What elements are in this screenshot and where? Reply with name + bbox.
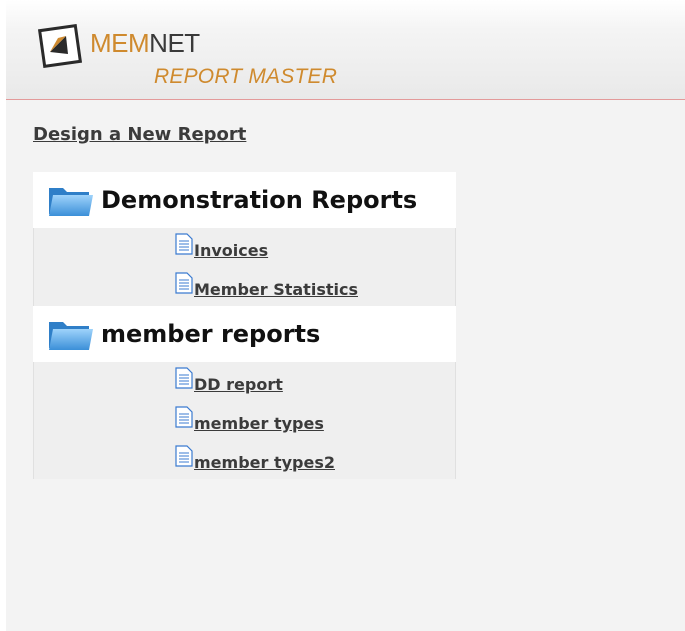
report-link-dd-report[interactable]: DD report (194, 375, 283, 394)
folder-label: member reports (101, 320, 321, 348)
report-link-invoices[interactable]: Invoices (194, 241, 268, 260)
document-icon (175, 406, 193, 428)
app-frame: MEMNET REPORT MASTER Design a New Report… (6, 0, 685, 631)
folder-items: Invoices Member Statistics (33, 228, 456, 306)
folder-demonstration-reports[interactable]: Demonstration Reports (33, 172, 456, 228)
list-item: Invoices (34, 228, 455, 267)
list-item: Member Statistics (34, 267, 455, 306)
logo-subtitle: REPORT MASTER (154, 65, 338, 88)
document-icon (175, 445, 193, 467)
document-icon (175, 367, 193, 389)
document-icon (175, 233, 193, 255)
folder-label: Demonstration Reports (101, 186, 418, 214)
report-link-member-types2[interactable]: member types2 (194, 453, 335, 472)
folder-items: DD report member types member types2 (33, 362, 456, 479)
document-icon (175, 272, 193, 294)
report-tree: Demonstration Reports Invoices Member St… (33, 172, 456, 479)
logo-wordmark: MEMNET (90, 30, 200, 56)
list-item: member types (34, 401, 455, 440)
header: MEMNET REPORT MASTER (6, 0, 685, 100)
memnet-logo-icon (38, 24, 82, 68)
folder-member-reports[interactable]: member reports (33, 306, 456, 362)
report-link-member-types[interactable]: member types (194, 414, 324, 433)
folder-icon (49, 322, 93, 350)
folder-icon (49, 188, 93, 216)
logo-mem: MEM (90, 28, 150, 58)
list-item: member types2 (34, 440, 455, 479)
report-link-member-statistics[interactable]: Member Statistics (194, 280, 358, 299)
logo-net: NET (149, 28, 200, 58)
design-new-report-link[interactable]: Design a New Report (33, 124, 246, 145)
list-item: DD report (34, 362, 455, 401)
